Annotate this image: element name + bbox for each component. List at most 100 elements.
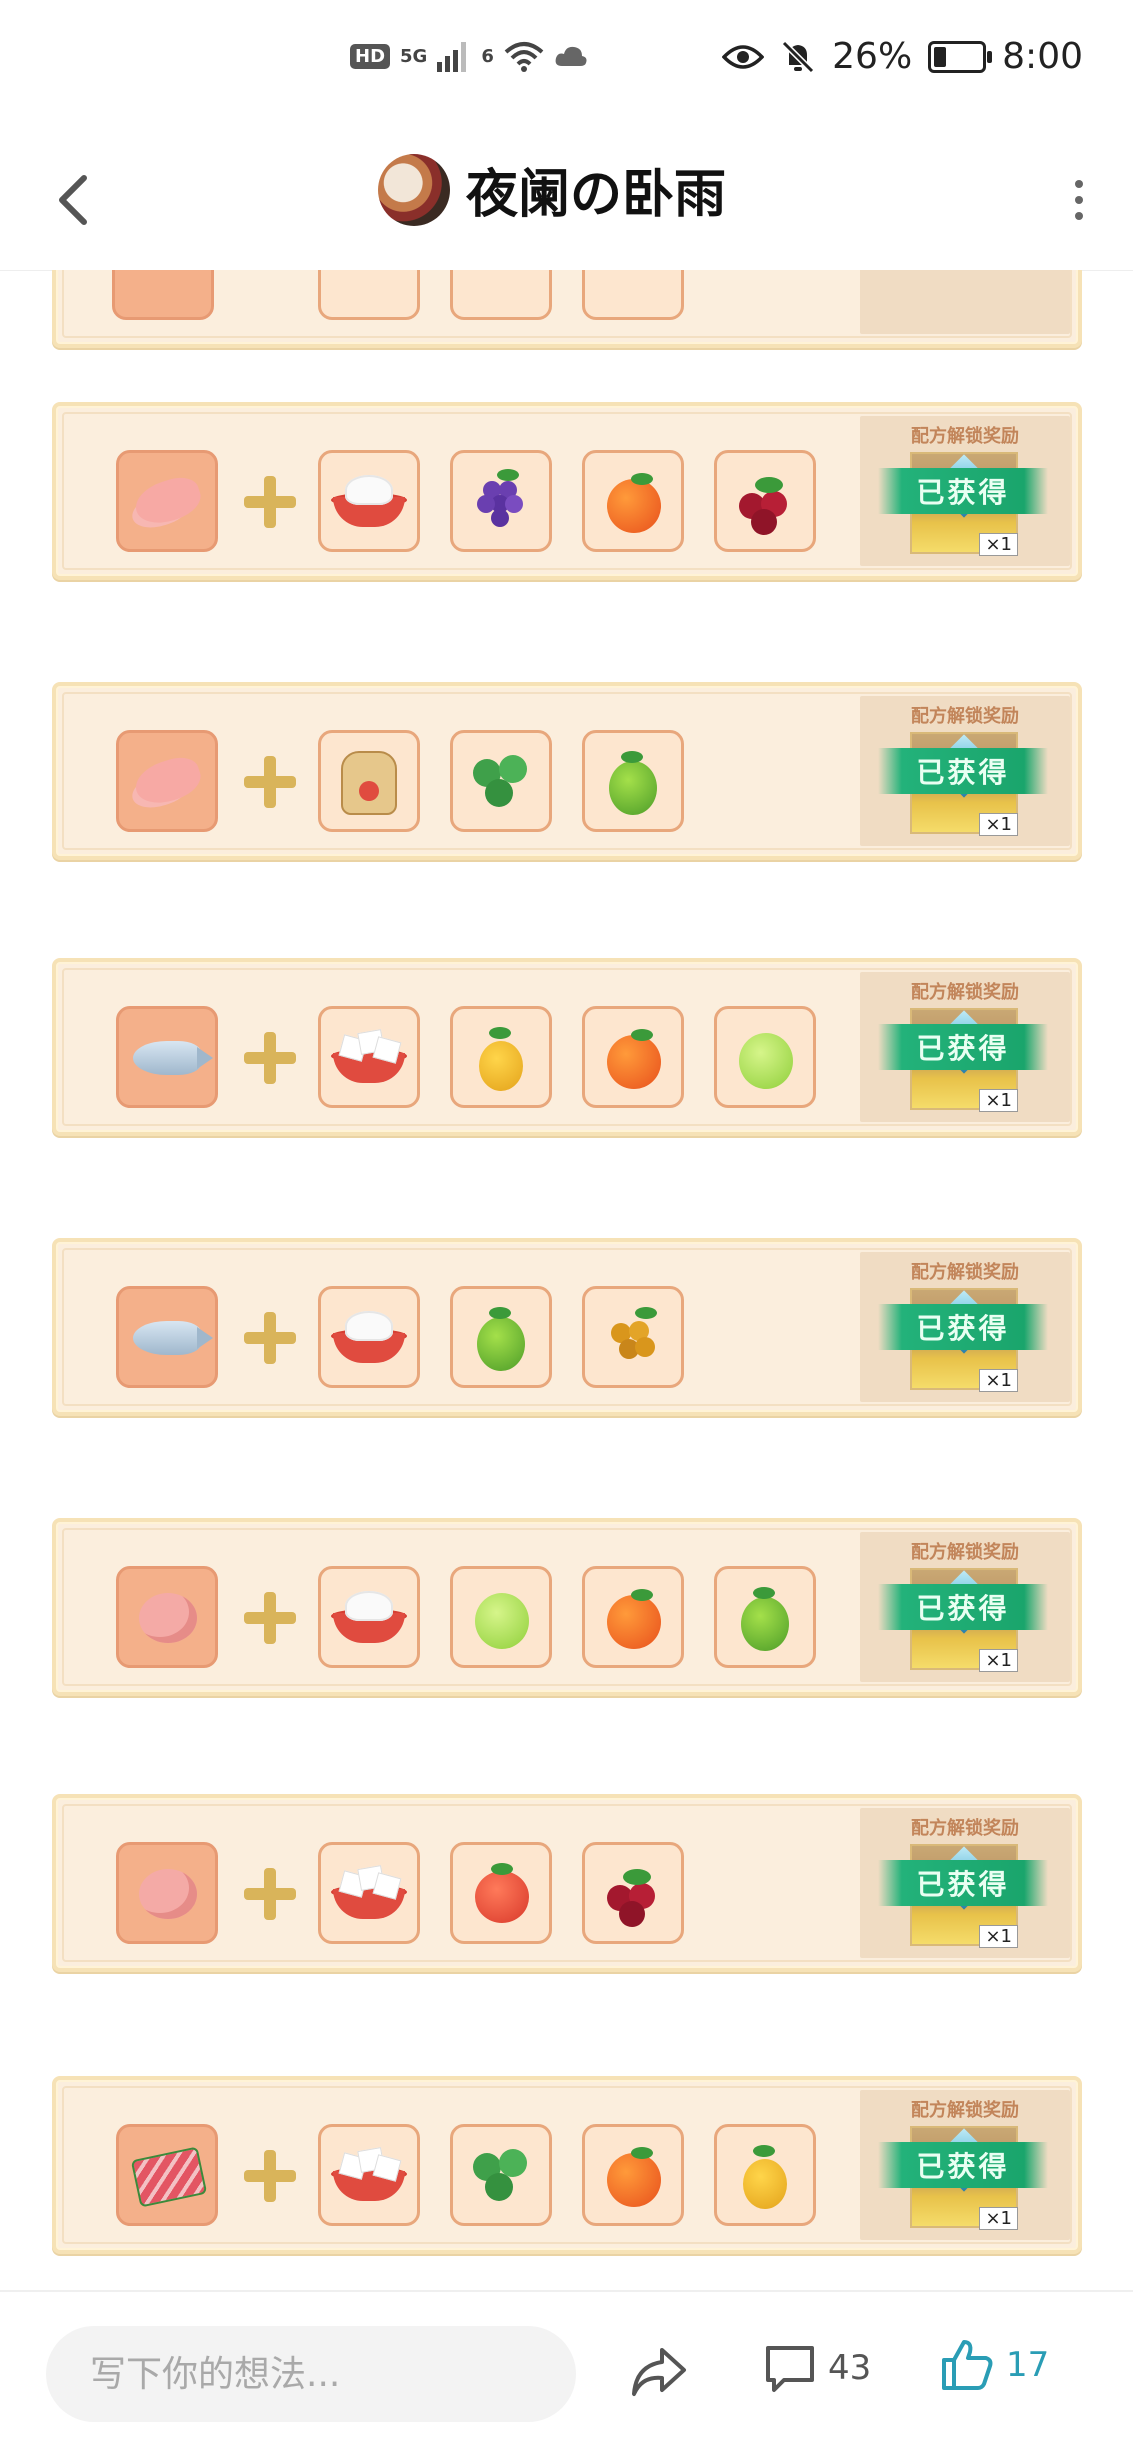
reward-panel: 配方解锁奖励 已获得 ×1 — [860, 416, 1070, 566]
recipe-card: 配方解锁奖励 已获得 ×1 — [52, 1518, 1082, 1696]
ingredient-salt — [318, 450, 420, 552]
reward-panel: 配方解锁奖励 已获得 ×1 — [860, 1532, 1070, 1682]
recipe-card: 配方解锁奖励 已获得 ×1 — [52, 1794, 1082, 1972]
reward-label: 配方解锁奖励 — [911, 706, 1019, 727]
reward-qty: ×1 — [979, 813, 1018, 836]
ingredient-orange — [582, 450, 684, 552]
main-ingredient-fish — [116, 1006, 218, 1108]
comment-bar: 43 17 — [0, 2290, 1133, 2455]
thumbs-up-icon — [942, 2340, 993, 2390]
reward-label: 配方解锁奖励 — [911, 1542, 1019, 1563]
main-ingredient-chicken — [116, 1566, 218, 1668]
ingredient-grape — [450, 450, 552, 552]
ingredient-orange — [582, 2124, 684, 2226]
reward-label: 配方解锁奖励 — [911, 426, 1019, 447]
recipe-image-list[interactable]: 配方解锁奖励 已获得 ×1 配方解锁奖励 已获得 ×1 配方解锁奖励 已获得 ×… — [0, 270, 1133, 2290]
ingredient-tile — [112, 270, 214, 320]
ingredient-melon — [714, 1006, 816, 1108]
ingredient-tile — [318, 270, 420, 320]
ingredient-red-fruit — [450, 1842, 552, 1944]
ingredient-golden-berries — [582, 1286, 684, 1388]
recipe-card: 配方解锁奖励 已获得 ×1 — [52, 402, 1082, 580]
recipe-card: 配方解锁奖励 已获得 ×1 — [52, 958, 1082, 1136]
ingredient-orange — [582, 1566, 684, 1668]
main-ingredient-duck — [116, 730, 218, 832]
ingredient-berries — [582, 1842, 684, 1944]
obtained-stamp: 已获得 — [878, 468, 1048, 514]
reward-qty: ×1 — [979, 1649, 1018, 1672]
status-right: 26% 8:00 — [722, 36, 1083, 77]
ingredient-clover — [450, 2124, 552, 2226]
hd-badge: HD — [350, 43, 391, 69]
comment-icon — [766, 2346, 814, 2392]
reward-qty: ×1 — [979, 2207, 1018, 2230]
reward-panel: 配方解锁奖励 已获得 ×1 — [860, 1808, 1070, 1958]
wifi-generation: 6 — [481, 45, 494, 67]
ingredient-pineapple — [714, 2124, 816, 2226]
ingredient-sugar-cubes — [318, 1842, 420, 1944]
ingredient-green-fruit — [714, 1566, 816, 1668]
reward-qty: ×1 — [979, 533, 1018, 556]
plus-icon — [244, 1592, 296, 1644]
like-count: 17 — [1006, 2345, 1050, 2385]
obtained-stamp: 已获得 — [878, 1304, 1048, 1350]
wifi-icon — [504, 42, 544, 72]
obtained-stamp: 已获得 — [878, 1584, 1048, 1630]
reward-label: 配方解锁奖励 — [911, 1262, 1019, 1283]
share-icon[interactable] — [628, 2342, 690, 2402]
clock: 8:00 — [1002, 36, 1083, 77]
ingredient-berries — [714, 450, 816, 552]
avatar[interactable] — [378, 153, 450, 226]
recipe-card: 配方解锁奖励 已获得 ×1 — [52, 1238, 1082, 1416]
author-header[interactable]: 夜阑の卧雨 — [378, 152, 726, 227]
top-nav: 夜阑の卧雨 — [0, 130, 1133, 271]
recipe-card-partial — [52, 270, 1082, 348]
plus-icon — [244, 1312, 296, 1364]
reward-panel — [860, 270, 1070, 334]
plus-icon — [244, 1032, 296, 1084]
battery-icon — [928, 40, 993, 73]
ingredient-melon — [450, 1566, 552, 1668]
ingredient-salt — [318, 1566, 420, 1668]
signal-icon — [437, 42, 467, 72]
back-arrow-icon[interactable] — [46, 160, 106, 240]
ingredient-orange — [582, 1006, 684, 1108]
ingredient-sugar-cubes — [318, 2124, 420, 2226]
ingredient-salt — [318, 1286, 420, 1388]
ingredient-tile — [582, 270, 684, 320]
ingredient-green-fruit — [450, 1286, 552, 1388]
comment-button[interactable]: 43 — [764, 2342, 871, 2394]
reward-label: 配方解锁奖励 — [911, 2100, 1019, 2121]
main-ingredient-steak — [116, 2124, 218, 2226]
page-title: 夜阑の卧雨 — [466, 165, 727, 225]
like-button[interactable]: 17 — [940, 2338, 1049, 2392]
reward-qty: ×1 — [979, 1089, 1018, 1112]
plus-icon — [244, 1868, 296, 1920]
reward-label: 配方解锁奖励 — [911, 982, 1019, 1003]
status-bar: HD 5G 6 26% 8:00 — [0, 0, 1133, 130]
obtained-stamp: 已获得 — [878, 1860, 1048, 1906]
ingredient-pineapple — [450, 1006, 552, 1108]
status-left: HD 5G 6 — [350, 40, 588, 72]
eye-icon — [722, 44, 765, 69]
reward-panel: 配方解锁奖励 已获得 ×1 — [860, 972, 1070, 1122]
comment-input[interactable] — [46, 2326, 576, 2422]
obtained-stamp: 已获得 — [878, 2142, 1048, 2188]
obtained-stamp: 已获得 — [878, 1024, 1048, 1070]
recipe-card: 配方解锁奖励 已获得 ×1 — [52, 682, 1082, 860]
reward-panel: 配方解锁奖励 已获得 ×1 — [860, 696, 1070, 846]
ingredient-flour — [318, 730, 420, 832]
mute-bell-icon — [782, 40, 815, 73]
plus-icon — [244, 2150, 296, 2202]
plus-icon — [244, 476, 296, 528]
ingredient-green-fruit — [582, 730, 684, 832]
more-vert-icon[interactable] — [1067, 170, 1091, 230]
cloud-icon — [555, 46, 587, 66]
ingredient-tile — [450, 270, 552, 320]
battery-percent: 26% — [832, 36, 913, 77]
main-ingredient-fish — [116, 1286, 218, 1388]
ingredient-sugar-cubes — [318, 1006, 420, 1108]
reward-qty: ×1 — [979, 1925, 1018, 1948]
reward-qty: ×1 — [979, 1369, 1018, 1392]
network-type: 5G — [400, 45, 428, 67]
